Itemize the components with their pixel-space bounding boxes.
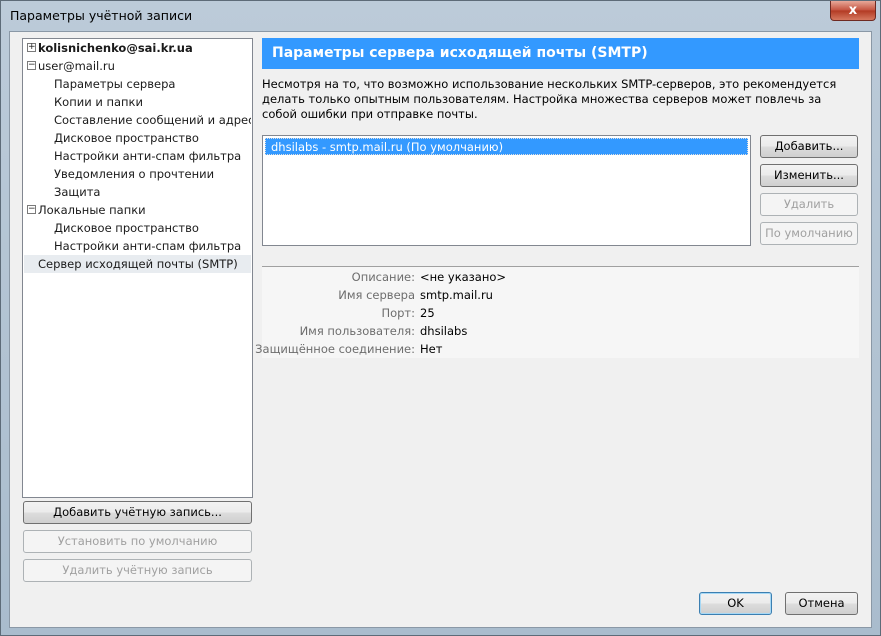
close-button[interactable]: x [830, 1, 876, 21]
collapse-icon[interactable]: − [27, 61, 36, 70]
tree-item-server-settings[interactable]: Параметры сервера [24, 75, 251, 93]
tree-item-account-kolisnichenko[interactable]: + kolisnichenko@sai.kr.ua [24, 39, 251, 57]
tree-item-label: Составление сообщений и адреса... [54, 113, 251, 127]
tree-item-label: Сервер исходящей почты (SMTP) [38, 257, 238, 271]
tree-item-label: Параметры сервера [54, 77, 176, 91]
smtp-description: Несмотря на то, что возможно использован… [262, 77, 837, 121]
tree-item-label: Копии и папки [54, 95, 143, 109]
ok-button[interactable]: OK [699, 592, 772, 615]
tree-item-junk-settings[interactable]: Настройки анти-спам фильтра [24, 147, 251, 165]
tree-item-copies-folders[interactable]: Копии и папки [24, 93, 251, 111]
collapse-icon[interactable]: − [27, 205, 36, 214]
delete-server-button[interactable]: Удалить [760, 193, 858, 216]
add-server-button[interactable]: Добавить... [760, 135, 858, 158]
detail-value: 25 [420, 306, 435, 320]
detail-server-row: Имя сервера smtp.mail.ru [262, 286, 859, 304]
window-title: Параметры учётной записи [10, 8, 193, 23]
dialog-client-area: + kolisnichenko@sai.kr.ua − user@mail.ru… [9, 31, 872, 628]
tree-item-label: Локальные папки [38, 203, 146, 217]
tree-item-local-junk-settings[interactable]: Настройки анти-спам фильтра [24, 237, 251, 255]
close-icon: x [848, 3, 858, 18]
tree-item-disk-space[interactable]: Дисковое пространство [24, 129, 251, 147]
tree-item-label: user@mail.ru [38, 59, 115, 73]
detail-user-row: Имя пользователя: dhsilabs [262, 322, 859, 340]
tree-item-label: Уведомления о прочтении [54, 167, 215, 181]
page-title: Параметры сервера исходящей почты (SMTP) [262, 38, 859, 69]
add-account-button[interactable]: Добавить учётную запись... [23, 501, 252, 524]
edit-server-button[interactable]: Изменить... [760, 164, 858, 187]
tree-item-composition[interactable]: Составление сообщений и адреса... [24, 111, 251, 129]
detail-value: smtp.mail.ru [420, 288, 493, 302]
account-settings-window: Параметры учётной записи x + kolisnichen… [0, 0, 881, 636]
tree-item-account-user-mail[interactable]: − user@mail.ru [24, 57, 251, 75]
tree-item-label: kolisnichenko@sai.kr.ua [38, 41, 193, 55]
tree-item-local-disk-space[interactable]: Дисковое пространство [24, 219, 251, 237]
smtp-server-list[interactable]: dhsilabs - smtp.mail.ru (По умолчанию) [262, 135, 751, 246]
detail-label: Описание: [351, 270, 415, 284]
tree-item-local-folders[interactable]: − Локальные папки [24, 201, 251, 219]
expand-icon[interactable]: + [27, 43, 36, 52]
server-details: Описание: <не указано> Имя сервера smtp.… [255, 266, 859, 358]
delete-account-button[interactable]: Удалить учётную запись [23, 559, 252, 582]
detail-value: <не указано> [420, 270, 507, 284]
detail-label: Порт: [381, 306, 415, 320]
tree-item-label: Дисковое пространство [54, 221, 199, 235]
detail-label: Имя сервера [338, 288, 415, 302]
detail-value: dhsilabs [420, 324, 468, 338]
tree-item-security[interactable]: Защита [24, 183, 251, 201]
account-tree[interactable]: + kolisnichenko@sai.kr.ua − user@mail.ru… [22, 38, 253, 498]
smtp-server-item[interactable]: dhsilabs - smtp.mail.ru (По умолчанию) [265, 138, 748, 155]
set-default-server-button[interactable]: По умолчанию [760, 222, 858, 245]
detail-label: Имя пользователя: [299, 324, 415, 338]
detail-label: Защищённое соединение: [255, 342, 415, 356]
detail-value: Нет [420, 342, 443, 356]
tree-item-label: Настройки анти-спам фильтра [54, 149, 242, 163]
detail-description-row: Описание: <не указано> [262, 268, 859, 286]
tree-item-label: Настройки анти-спам фильтра [54, 239, 242, 253]
detail-secure-row: Защищённое соединение: Нет [255, 340, 859, 358]
tree-item-return-receipts[interactable]: Уведомления о прочтении [24, 165, 251, 183]
title-bar[interactable]: Параметры учётной записи x [1, 1, 880, 31]
tree-item-label: Дисковое пространство [54, 131, 199, 145]
tree-item-label: Защита [54, 185, 101, 199]
tree-item-outgoing-server[interactable]: Сервер исходящей почты (SMTP) [24, 255, 251, 273]
set-default-account-button[interactable]: Установить по умолчанию [23, 530, 252, 553]
detail-port-row: Порт: 25 [262, 304, 859, 322]
cancel-button[interactable]: Отмена [785, 592, 858, 615]
